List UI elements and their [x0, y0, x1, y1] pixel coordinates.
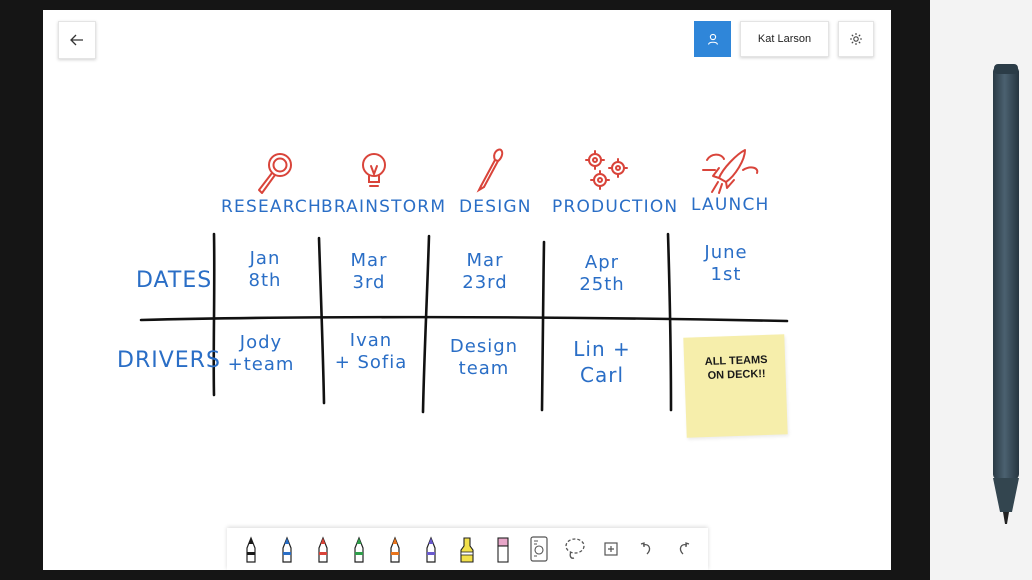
eraser-tool[interactable] [485, 529, 521, 569]
tablet-device: RESEARCH BRAINSTORM DESIGN PRODUCTION LA… [0, 0, 930, 580]
green-pen-tool[interactable] [341, 529, 377, 569]
cell-dates-research: Jan 8th [248, 248, 282, 291]
purple-pen-icon [426, 536, 436, 563]
ruler-icon [530, 536, 548, 562]
black-pen-tool[interactable] [233, 529, 269, 569]
undo-button[interactable] [629, 529, 665, 569]
undo-icon [640, 542, 651, 555]
highlighter-tool[interactable] [449, 529, 485, 569]
stage-label-brainstorm: BRAINSTORM [321, 197, 447, 217]
cell-drivers-production: Lin + Carl [573, 337, 631, 387]
highlighter-icon [460, 537, 474, 563]
redo-icon [679, 542, 690, 555]
orange-pen-icon [390, 536, 400, 563]
stage-label-research: RESEARCH [221, 197, 322, 217]
blue-pen-tool[interactable] [269, 529, 305, 569]
gear-icon [850, 33, 862, 45]
settings-button[interactable] [838, 21, 874, 57]
ruler-tool[interactable] [521, 529, 557, 569]
user-name-button[interactable]: Kat Larson [740, 21, 829, 57]
black-pen-icon [246, 536, 256, 563]
back-button[interactable] [58, 21, 96, 59]
gears-icon [585, 150, 628, 190]
green-pen-icon [354, 536, 364, 563]
back-arrow-icon [70, 34, 83, 46]
cell-dates-brainstorm: Mar 3rd [350, 250, 388, 293]
stage-label-design: DESIGN [459, 197, 532, 217]
cell-drivers-research: Jody +team [227, 332, 295, 375]
red-pen-tool[interactable] [305, 529, 341, 569]
row-label-dates: DATES [136, 268, 213, 293]
redo-button[interactable] [665, 529, 701, 569]
lightbulb-icon [362, 153, 386, 187]
ink-toolbar [227, 528, 708, 570]
stage-label-production: PRODUCTION [552, 197, 679, 217]
add-tool[interactable] [593, 529, 629, 569]
whiteboard-screen[interactable]: RESEARCH BRAINSTORM DESIGN PRODUCTION LA… [43, 10, 891, 570]
cell-dates-production: Apr 25th [579, 252, 625, 295]
sticky-note-text: ALL TEAMS ON DECK!! [704, 353, 768, 382]
user-button[interactable] [694, 21, 731, 57]
lasso-tool[interactable] [557, 529, 593, 569]
add-icon [604, 542, 618, 556]
cell-drivers-brainstorm: Ivan + Sofia [334, 330, 408, 373]
magnifier-icon [258, 153, 292, 194]
sticky-note[interactable]: ALL TEAMS ON DECK!! [683, 334, 788, 438]
stage-label-launch: LAUNCH [691, 195, 770, 215]
lasso-icon [565, 538, 585, 559]
user-icon [707, 33, 718, 45]
blue-pen-icon [282, 536, 292, 563]
red-pen-icon [318, 536, 328, 563]
rocket-icon [702, 149, 759, 194]
purple-pen-tool[interactable] [413, 529, 449, 569]
orange-pen-tool[interactable] [377, 529, 413, 569]
paintbrush-icon [476, 148, 504, 193]
cell-dates-design: Mar 23rd [462, 250, 508, 293]
cell-drivers-design: Design team [449, 336, 519, 379]
cell-dates-launch: June 1st [704, 242, 748, 285]
row-label-drivers: DRIVERS [117, 348, 221, 373]
eraser-icon [497, 537, 509, 563]
stylus-icon [993, 64, 1019, 524]
